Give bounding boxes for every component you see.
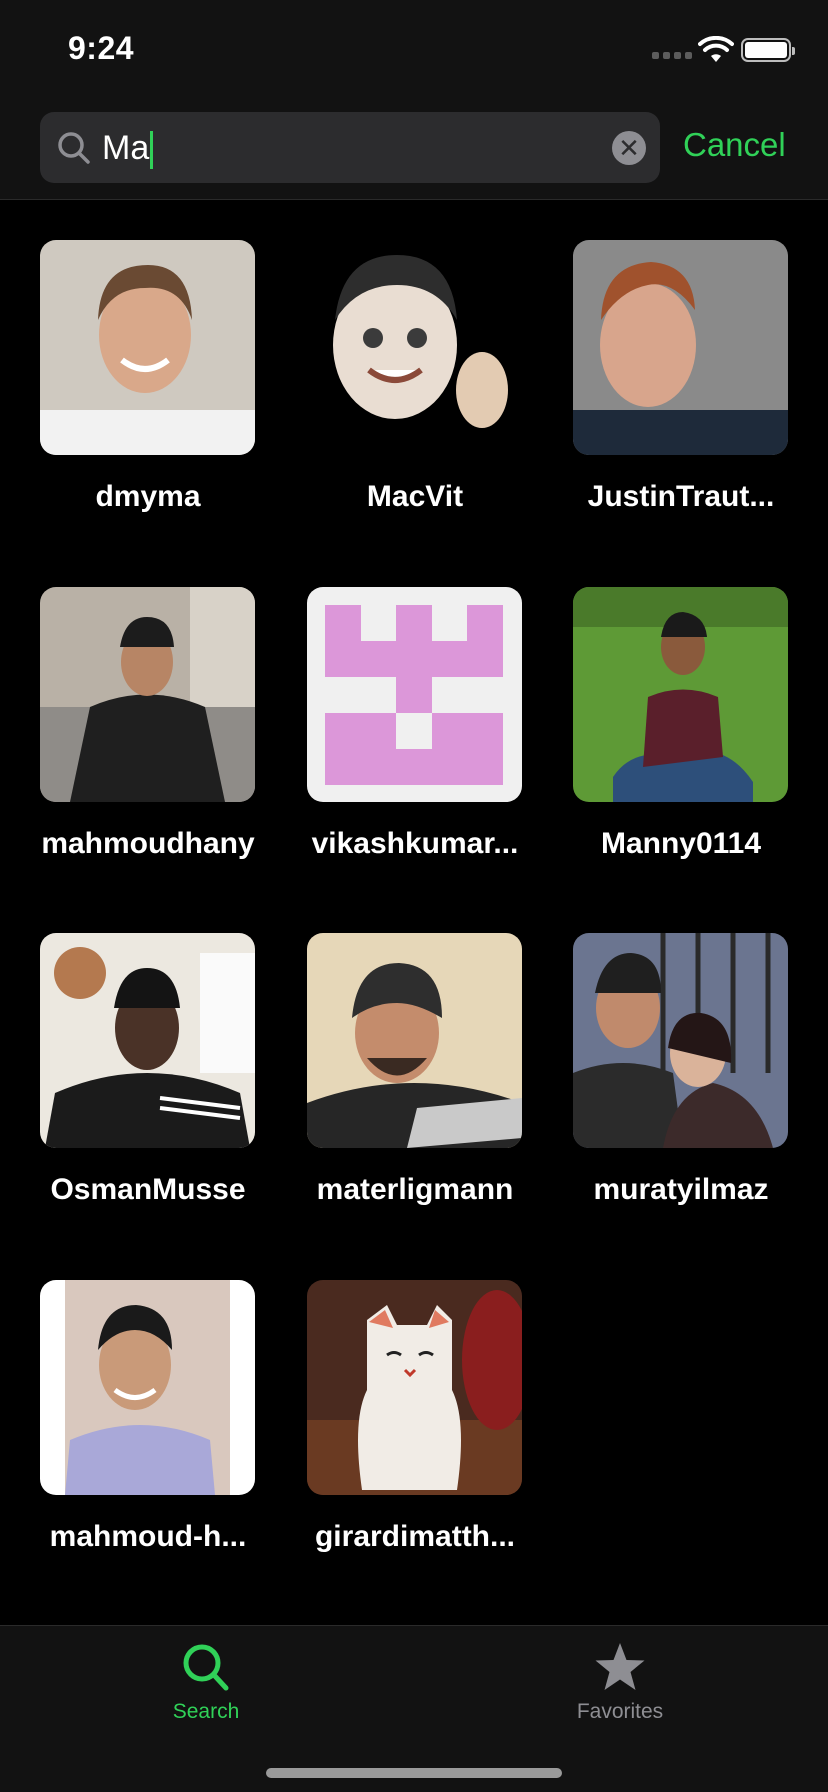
wifi-icon [698, 36, 734, 62]
user-cell[interactable]: mahmoud-h... [40, 1280, 255, 1554]
user-avatar [573, 240, 788, 455]
magnifier-icon [183, 1644, 229, 1691]
user-cell[interactable]: OsmanMusse [40, 933, 255, 1207]
user-cell[interactable]: girardimatth... [307, 1280, 522, 1554]
user-avatar [307, 933, 522, 1148]
user-name: MacVit [366, 480, 464, 513]
tab-search[interactable]: Search [106, 1626, 306, 1724]
user-name: mahmoud-h... [49, 1520, 247, 1553]
user-name: girardimatth... [314, 1520, 516, 1553]
user-avatar [307, 240, 522, 455]
user-cell[interactable]: Manny0114 [573, 587, 788, 861]
search-input[interactable]: Ma ✕ [40, 112, 660, 183]
user-avatar [40, 933, 255, 1148]
user-avatar [573, 587, 788, 802]
user-cell[interactable]: muratyilmaz [573, 933, 788, 1207]
user-avatar [573, 933, 788, 1148]
status-time: 9:24 [68, 30, 135, 66]
search-input-value: Ma [102, 126, 154, 170]
search-icon [58, 132, 90, 164]
cellular-signal-icon [652, 52, 692, 59]
user-cell[interactable]: dmyma [40, 240, 255, 514]
user-name: vikashkumar... [311, 827, 519, 860]
user-name: JustinTraut... [587, 480, 775, 513]
user-avatar [40, 1280, 255, 1495]
user-cell[interactable]: vikashkumar... [307, 587, 522, 861]
battery-icon [741, 38, 795, 62]
search-header: Ma ✕ Cancel [0, 100, 828, 200]
user-name: Manny0114 [600, 827, 762, 860]
home-indicator [266, 1768, 562, 1778]
user-name: muratyilmaz [593, 1173, 769, 1206]
clear-search-button[interactable]: ✕ [612, 131, 646, 165]
user-cell[interactable]: materligmann [307, 933, 522, 1207]
user-name: OsmanMusse [50, 1173, 246, 1206]
cancel-button[interactable]: Cancel [683, 126, 786, 164]
tab-favorites-label: Favorites [576, 1700, 664, 1723]
tab-favorites[interactable]: Favorites [520, 1626, 720, 1724]
tab-search-label: Search [172, 1700, 240, 1723]
tab-bar: Search Favorites [0, 1625, 828, 1792]
status-bar: 9:24 [0, 0, 828, 100]
star-icon [595, 1643, 645, 1690]
user-cell[interactable]: JustinTraut... [573, 240, 788, 514]
user-cell[interactable]: mahmoudhany [40, 587, 255, 861]
text-caret [150, 131, 154, 170]
user-avatar [40, 587, 255, 802]
user-avatar [307, 1280, 522, 1495]
user-cell[interactable]: MacVit [307, 240, 522, 514]
user-avatar [307, 587, 522, 802]
user-name: dmyma [95, 480, 201, 513]
user-name: mahmoudhany [41, 827, 255, 860]
user-name: materligmann [316, 1173, 514, 1206]
user-avatar [40, 240, 255, 455]
